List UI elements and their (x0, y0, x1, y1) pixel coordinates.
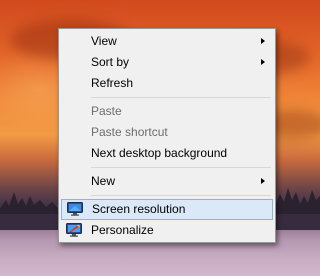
menu-item-label: Paste shortcut (91, 125, 168, 139)
menu-item-label: Next desktop background (91, 146, 228, 160)
menu-item-screen-resolution[interactable]: Screen resolution (61, 199, 273, 220)
submenu-arrow-icon (261, 59, 265, 65)
submenu-arrow-icon (261, 178, 265, 184)
menu-item-next-desktop-background[interactable]: Next desktop background (61, 143, 273, 164)
menu-item-sort-by[interactable]: Sort by (61, 52, 273, 73)
menu-item-refresh[interactable]: Refresh (61, 73, 273, 94)
personalize-icon (66, 223, 82, 237)
menu-separator (91, 195, 271, 196)
menu-separator (91, 167, 271, 168)
menu-item-label: Refresh (91, 76, 134, 90)
menu-item-label: Personalize (91, 223, 154, 237)
desktop-context-menu: View Sort by Refresh Paste Paste shortcu… (58, 28, 276, 243)
menu-separator (91, 97, 271, 98)
menu-item-view[interactable]: View (61, 31, 273, 52)
menu-item-new[interactable]: New (61, 171, 273, 192)
monitor-icon (67, 202, 83, 216)
menu-item-label: Screen resolution (92, 202, 186, 216)
menu-item-paste-shortcut: Paste shortcut (61, 122, 273, 143)
menu-item-paste: Paste (61, 101, 273, 122)
menu-item-label: Sort by (91, 55, 130, 69)
menu-item-label: New (91, 174, 116, 188)
menu-item-label: Paste (91, 104, 122, 118)
menu-item-label: View (91, 34, 117, 48)
menu-item-personalize[interactable]: Personalize (61, 220, 273, 241)
submenu-arrow-icon (261, 38, 265, 44)
